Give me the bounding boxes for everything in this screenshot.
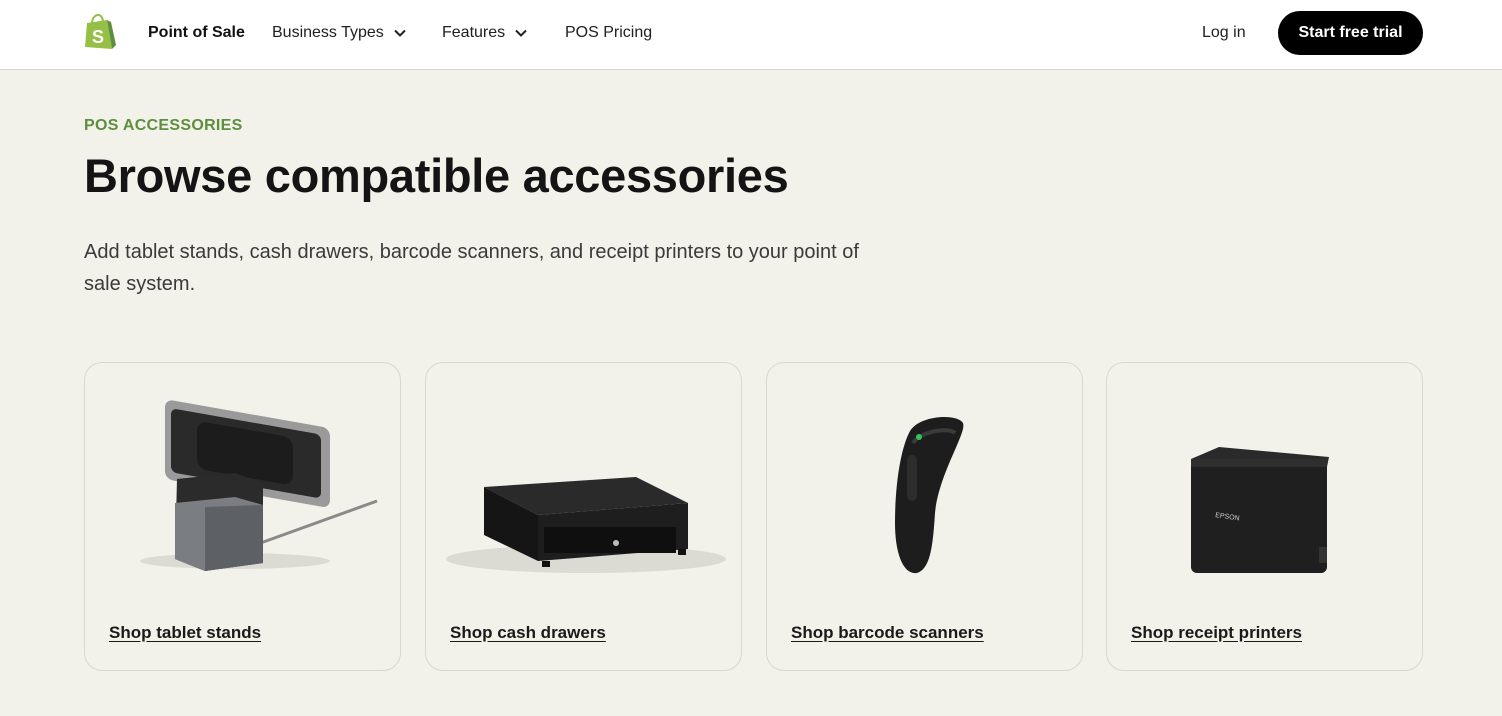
nav-pos-pricing[interactable]: POS Pricing [565, 22, 652, 44]
tablet-stand-image [85, 363, 400, 593]
start-free-trial-label: Start free trial [1298, 24, 1403, 41]
cash-drawer-image [426, 363, 741, 593]
section-description: Add tablet stands, cash drawers, barcode… [84, 241, 859, 295]
nav-business-types[interactable]: Business Types [272, 22, 406, 44]
login-link[interactable]: Log in [1202, 22, 1246, 44]
shop-receipt-printers-link[interactable]: Shop receipt printers [1131, 623, 1302, 643]
shop-cash-drawers-link[interactable]: Shop cash drawers [450, 623, 606, 643]
barcode-scanner-image [767, 363, 1082, 593]
shop-tablet-stands-link[interactable]: Shop tablet stands [109, 623, 261, 643]
top-navigation: S Point of Sale Business Types Features … [0, 0, 1502, 70]
nav-point-of-sale[interactable]: Point of Sale [148, 22, 245, 44]
accessory-card-receipt-printers[interactable]: EPSON Shop receipt printers [1106, 362, 1423, 671]
nav-point-of-sale-label: Point of Sale [148, 24, 245, 41]
chevron-down-icon [515, 29, 527, 37]
svg-text:S: S [92, 27, 104, 47]
nav-features[interactable]: Features [442, 22, 527, 44]
section-eyebrow: POS ACCESSORIES [84, 117, 243, 134]
nav-business-types-label: Business Types [272, 24, 384, 41]
accessory-card-tablet-stands[interactable]: Shop tablet stands [84, 362, 401, 671]
start-free-trial-button[interactable]: Start free trial [1278, 11, 1423, 55]
nav-pos-pricing-label: POS Pricing [565, 24, 653, 41]
shopify-logo-icon[interactable]: S [83, 13, 116, 51]
chevron-down-icon [394, 29, 406, 37]
receipt-printer-image: EPSON [1107, 363, 1422, 593]
page-title: Browse compatible accessories [84, 149, 789, 202]
shop-barcode-scanners-link[interactable]: Shop barcode scanners [791, 623, 984, 643]
nav-features-label: Features [442, 24, 506, 41]
accessory-card-cash-drawers[interactable]: Shop cash drawers [425, 362, 742, 671]
accessory-card-barcode-scanners[interactable]: Shop barcode scanners [766, 362, 1083, 671]
